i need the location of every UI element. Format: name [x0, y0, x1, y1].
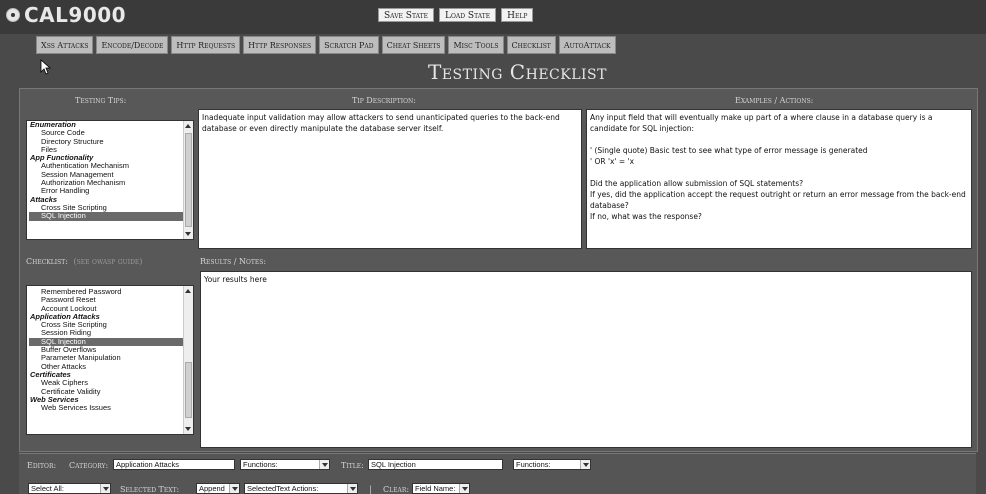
examples-textarea[interactable]: Any input field that will eventually mak… — [586, 109, 972, 249]
tab-http-responses[interactable]: Http Responses — [243, 36, 317, 54]
tab-cheat-sheets[interactable]: Cheat Sheets — [381, 36, 446, 54]
select-all-value: Select All: — [31, 484, 64, 493]
owasp-guide-link[interactable]: (see owasp guide) — [74, 257, 143, 266]
functions-select-value: Functions: — [243, 460, 278, 469]
scroll-up-icon[interactable] — [185, 124, 191, 128]
functions-select-2[interactable]: Functions: — [513, 459, 591, 470]
list-item-selected[interactable]: SQL Injection — [29, 211, 183, 221]
example-line — [590, 167, 968, 178]
category-label: Category: — [69, 461, 109, 470]
load-state-button[interactable]: Load State — [439, 8, 497, 22]
app-title: CAL9000 — [24, 3, 127, 27]
checklist-list[interactable]: Remembered Password Password Reset Accou… — [26, 285, 194, 435]
clear-field-value: Field Name: — [415, 484, 456, 493]
tab-scratch-pad[interactable]: Scratch Pad — [319, 36, 379, 54]
tab-misc-tools[interactable]: Misc Tools — [448, 36, 504, 54]
results-textarea[interactable]: Your results here — [200, 271, 972, 448]
tab-checklist[interactable]: Checklist — [506, 36, 556, 54]
scrollbar[interactable] — [183, 286, 193, 434]
top-bar: CAL9000 Save State Load State Help — [0, 0, 986, 34]
checklist-header: Checklist: (see owasp guide) — [26, 257, 142, 266]
save-state-button[interactable]: Save State — [378, 8, 434, 22]
page-title: Testing Checklist — [428, 60, 607, 84]
chevron-down-icon — [229, 484, 239, 493]
mouse-cursor-icon — [40, 59, 52, 75]
example-line: ' (Single quote) Basic test to see what … — [590, 146, 868, 155]
example-line: Any input field that will eventually mak… — [590, 113, 933, 133]
scroll-up-icon[interactable] — [185, 289, 191, 293]
tip-description-textarea[interactable]: Inadequate input validation may allow at… — [198, 109, 582, 249]
selected-text-actions-select[interactable]: SelectedText Actions: — [244, 483, 358, 494]
functions-select-value: Functions: — [516, 460, 551, 469]
list-item[interactable]: Web Services Issues — [29, 403, 193, 412]
chevron-down-icon — [580, 460, 590, 469]
scroll-thumb[interactable] — [185, 133, 192, 227]
selected-text-actions-value: SelectedText Actions: — [247, 484, 319, 493]
chevron-down-icon — [100, 484, 110, 493]
results-header: Results / Notes: — [200, 257, 267, 266]
testing-tips-header: Testing Tips: — [75, 96, 127, 105]
examples-header: Examples / Actions: — [735, 96, 814, 105]
example-line: If no, what was the response? — [590, 212, 702, 221]
tip-description-header: Tip Description: — [352, 96, 416, 105]
tab-autoattack[interactable]: AutoAttack — [558, 36, 616, 54]
scroll-down-icon[interactable] — [185, 232, 191, 236]
toolbar: Save State Load State Help — [378, 8, 534, 22]
editor-label: Editor: — [27, 461, 57, 470]
example-line — [590, 134, 968, 145]
testing-tips-list[interactable]: Enumeration Source Code Directory Struct… — [26, 120, 194, 240]
functions-select-1[interactable]: Functions: — [240, 459, 330, 470]
example-line: ' OR 'x' = 'x — [590, 157, 635, 166]
category-input[interactable]: Application Attacks — [113, 459, 235, 470]
tab-bar: Xss Attacks Encode/Decode Http Requests … — [36, 36, 616, 54]
clear-field-select[interactable]: Field Name: — [412, 483, 470, 494]
title-label: Title: — [341, 461, 364, 470]
help-button[interactable]: Help — [501, 8, 534, 22]
tab-xss-attacks[interactable]: Xss Attacks — [36, 36, 94, 54]
tab-http-requests[interactable]: Http Requests — [171, 36, 241, 54]
checklist-label: Checklist: — [26, 257, 68, 266]
scroll-down-icon[interactable] — [185, 427, 191, 431]
chevron-down-icon — [459, 484, 469, 493]
logo-icon — [6, 8, 20, 22]
title-input[interactable]: SQL Injection — [368, 459, 503, 470]
chevron-down-icon — [319, 460, 329, 469]
chevron-down-icon — [347, 484, 357, 493]
append-select[interactable]: Append — [196, 483, 240, 494]
scroll-thumb[interactable] — [185, 362, 192, 418]
append-value: Append — [199, 484, 225, 493]
example-line: If yes, did the application accept the r… — [590, 190, 966, 210]
tab-encode-decode[interactable]: Encode/Decode — [96, 36, 169, 54]
select-all-select[interactable]: Select All: — [28, 483, 111, 494]
example-line: Did the application allow submission of … — [590, 179, 804, 188]
scrollbar[interactable] — [183, 121, 193, 239]
